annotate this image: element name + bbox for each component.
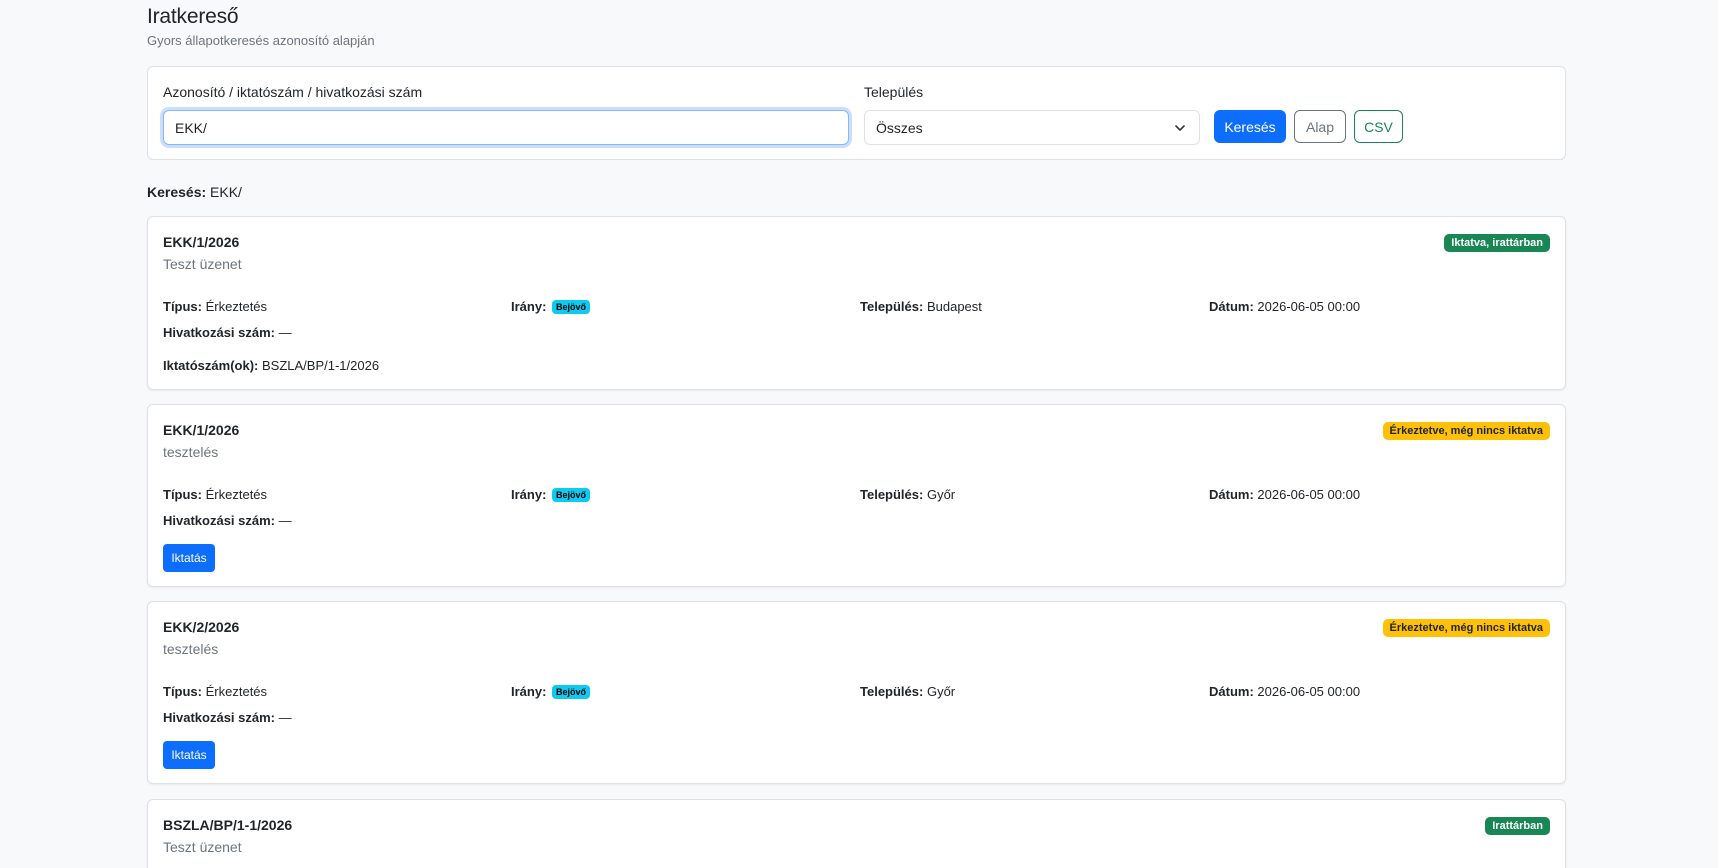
result-direction: Irány: Bejövő xyxy=(511,684,591,699)
result-subject: Teszt üzenet xyxy=(163,839,242,855)
search-summary: Keresés: EKK/ xyxy=(147,184,242,200)
result-id: EKK/1/2026 xyxy=(163,422,240,438)
result-subject: Teszt üzenet xyxy=(163,256,242,272)
result-card: EKK/2/2026 tesztelés Érkeztetve, még nin… xyxy=(147,601,1566,784)
result-reference: Hivatkozási szám: — xyxy=(163,513,292,528)
result-id: EKK/1/2026 xyxy=(163,234,240,250)
result-reference: Hivatkozási szám: — xyxy=(163,710,292,725)
result-direction: Irány: Bejövő xyxy=(511,299,591,314)
csv-export-button[interactable]: CSV xyxy=(1354,110,1403,143)
result-card: EKK/1/2026 tesztelés Érkeztetve, még nin… xyxy=(147,404,1566,587)
city-field-label: Település xyxy=(864,84,924,100)
search-button[interactable]: Keresés xyxy=(1214,110,1286,143)
status-badge: Iktatva, irattárban xyxy=(1444,234,1550,252)
search-summary-label: Keresés: xyxy=(147,184,207,200)
result-type: Típus: Érkeztetés xyxy=(163,684,268,699)
result-type: Típus: Érkeztetés xyxy=(163,487,268,502)
result-filing-numbers: Iktatószám(ok): BSZLA/BP/1-1/2026 xyxy=(163,358,380,373)
direction-badge: Bejövő xyxy=(552,685,591,699)
id-search-input[interactable] xyxy=(163,110,849,145)
search-summary-query: EKK/ xyxy=(210,184,242,200)
status-badge: Irattárban xyxy=(1485,817,1550,835)
result-date: Dátum: 2026-06-05 00:00 xyxy=(1209,299,1361,314)
reset-button[interactable]: Alap xyxy=(1294,110,1346,143)
result-city: Település: Győr xyxy=(860,487,956,502)
file-button[interactable]: Iktatás xyxy=(163,741,215,769)
page-title: Iratkereső xyxy=(147,5,239,28)
result-reference: Hivatkozási szám: — xyxy=(163,325,292,340)
result-city: Település: Budapest xyxy=(860,299,982,314)
chevron-down-icon xyxy=(1175,125,1185,131)
result-id: EKK/2/2026 xyxy=(163,619,240,635)
direction-badge: Bejövő xyxy=(552,300,591,314)
result-card: EKK/1/2026 Teszt üzenet Iktatva, irattár… xyxy=(147,216,1566,390)
result-subject: tesztelés xyxy=(163,641,219,657)
file-button[interactable]: Iktatás xyxy=(163,544,215,572)
result-subject: tesztelés xyxy=(163,444,219,460)
result-direction: Irány: Bejövő xyxy=(511,487,591,502)
result-type: Típus: Érkeztetés xyxy=(163,299,268,314)
result-id: BSZLA/BP/1-1/2026 xyxy=(163,817,293,833)
result-city: Település: Győr xyxy=(860,684,956,699)
result-card: BSZLA/BP/1-1/2026 Teszt üzenet Irattárba… xyxy=(147,799,1566,868)
status-badge: Érkeztetve, még nincs iktatva xyxy=(1382,422,1550,440)
id-field-label: Azonosító / iktatószám / hivatkozási szá… xyxy=(163,84,423,100)
search-form-card: Azonosító / iktatószám / hivatkozási szá… xyxy=(147,66,1566,160)
direction-badge: Bejövő xyxy=(552,488,591,502)
result-date: Dátum: 2026-06-05 00:00 xyxy=(1209,684,1361,699)
result-date: Dátum: 2026-06-05 00:00 xyxy=(1209,487,1361,502)
city-select[interactable]: Összes xyxy=(864,110,1200,145)
city-select-value: Összes xyxy=(876,119,923,136)
status-badge: Érkeztetve, még nincs iktatva xyxy=(1382,619,1550,637)
page-subtitle: Gyors állapotkeresés azonosító alapján xyxy=(147,33,375,48)
